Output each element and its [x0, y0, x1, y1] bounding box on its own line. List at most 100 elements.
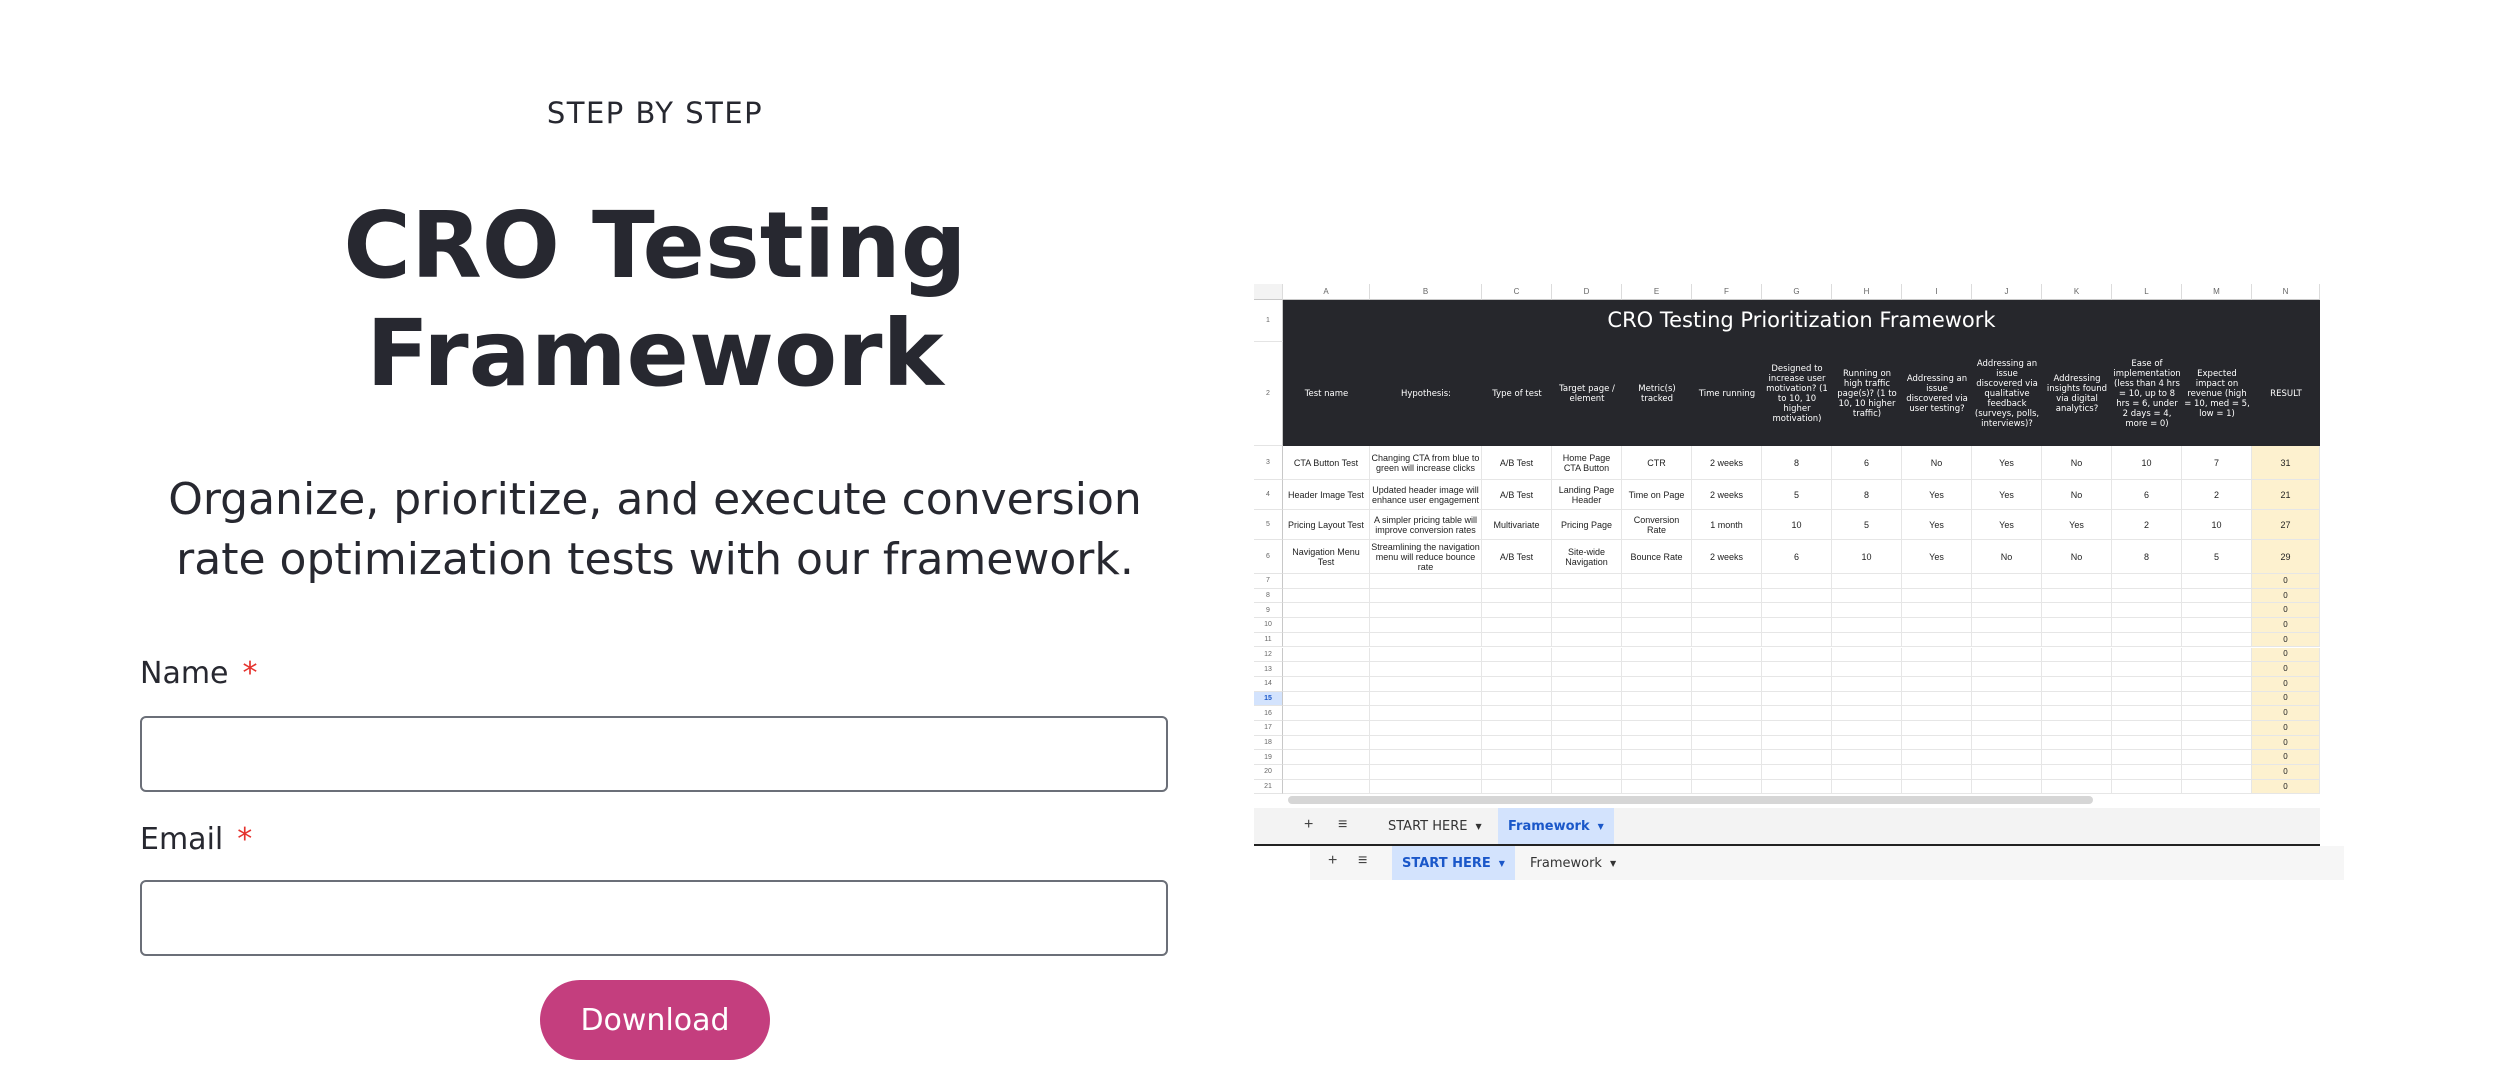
table-cell: 6 — [2112, 480, 2182, 510]
empty-cell — [1283, 721, 1370, 736]
table-cell: 2 weeks — [1692, 480, 1762, 510]
empty-cell — [2042, 676, 2112, 692]
empty-cell — [1692, 603, 1762, 619]
empty-cell — [1902, 574, 1972, 589]
column-heading: Target page / element — [1559, 384, 1615, 404]
empty-cell — [1902, 662, 1972, 677]
row-number: 20 — [1254, 765, 1283, 780]
empty-cell — [2042, 647, 2112, 663]
name-label: Name * — [140, 656, 258, 691]
row-number: 19 — [1254, 750, 1283, 766]
table-cell: A/B Test — [1482, 480, 1552, 510]
empty-cell — [1902, 647, 1972, 663]
row-number: 18 — [1254, 735, 1283, 751]
empty-cell — [2042, 662, 2112, 677]
column-heading: Addressing an issue discovered via user … — [1906, 374, 1968, 414]
empty-cell — [1692, 765, 1762, 780]
empty-cell — [2182, 588, 2252, 604]
sheet-tab-start-here: START HERE ▼ — [1392, 846, 1515, 880]
empty-cell — [1902, 721, 1972, 736]
table-cell: 10 — [2112, 446, 2182, 480]
empty-cell — [1622, 750, 1692, 766]
empty-cell — [1902, 603, 1972, 619]
column-header: J — [1972, 284, 2042, 300]
table-cell: 2 — [2182, 480, 2252, 510]
table-cell: 2 — [2112, 510, 2182, 540]
empty-cell — [1972, 647, 2042, 663]
empty-cell — [1482, 603, 1552, 619]
column-heading: RESULT — [2270, 389, 2302, 399]
empty-cell — [1832, 632, 1902, 648]
empty-cell — [1482, 676, 1552, 692]
empty-cell — [1552, 735, 1622, 751]
empty-cell — [2112, 735, 2182, 751]
empty-cell — [2112, 765, 2182, 780]
empty-cell — [1283, 676, 1370, 692]
name-input[interactable] — [140, 716, 1168, 792]
spreadsheet-title: CRO Testing Prioritization Framework — [1607, 308, 1996, 332]
caret-down-icon: ▼ — [1609, 858, 1617, 868]
empty-cell — [1283, 735, 1370, 751]
result-cell: 0 — [2252, 779, 2320, 795]
empty-cell — [2042, 706, 2112, 721]
empty-cell — [1692, 574, 1762, 589]
empty-cell — [1762, 735, 1832, 751]
empty-cell — [1832, 691, 1902, 707]
empty-cell — [1370, 676, 1482, 692]
empty-cell — [1283, 574, 1370, 589]
empty-cell — [1692, 721, 1762, 736]
empty-cell — [1552, 603, 1622, 619]
table-cell: 2 weeks — [1692, 540, 1762, 574]
empty-cell — [2182, 632, 2252, 648]
tab-label: START HERE — [1388, 818, 1468, 834]
empty-cell — [1692, 662, 1762, 677]
empty-cell — [1283, 662, 1370, 677]
result-cell: 0 — [2252, 676, 2320, 692]
table-cell: No — [2042, 540, 2112, 574]
result-cell: 0 — [2252, 721, 2320, 736]
empty-cell — [1370, 662, 1482, 677]
empty-cell — [1370, 632, 1482, 648]
empty-cell — [1622, 632, 1692, 648]
sheet-tabbar-back: + ≡ START HERE ▼ Framework ▼ — [1310, 846, 2344, 880]
empty-cell — [1692, 691, 1762, 707]
empty-cell — [1832, 676, 1902, 692]
table-cell: Yes — [2042, 510, 2112, 540]
empty-cell — [2112, 632, 2182, 648]
all-sheets-icon: ≡ — [1358, 852, 1368, 869]
result-cell: 0 — [2252, 588, 2320, 604]
table-cell: Pricing Page — [1552, 510, 1622, 540]
horizontal-scrollbar — [1288, 796, 2093, 804]
table-cell: Streamlining the navigation menu will re… — [1370, 540, 1482, 574]
empty-cell — [1832, 735, 1902, 751]
empty-cell — [1832, 647, 1902, 663]
empty-cell — [2042, 750, 2112, 766]
table-cell: CTA Button Test — [1283, 446, 1370, 480]
email-input[interactable] — [140, 880, 1168, 956]
empty-cell — [2112, 618, 2182, 633]
row-number: 2 — [1254, 342, 1283, 446]
empty-cell — [1762, 662, 1832, 677]
row-number: 3 — [1254, 446, 1283, 480]
empty-cell — [1902, 618, 1972, 633]
empty-cell — [1762, 706, 1832, 721]
empty-cell — [1622, 588, 1692, 604]
empty-cell — [1482, 618, 1552, 633]
empty-cell — [1370, 588, 1482, 604]
empty-cell — [1482, 574, 1552, 589]
empty-cell — [1902, 706, 1972, 721]
empty-cell — [2042, 588, 2112, 604]
download-button[interactable]: Download — [540, 980, 770, 1060]
subtitle-line-2: rate optimization tests with our framewo… — [176, 534, 1134, 585]
tab-label: Framework — [1530, 855, 1602, 871]
table-cell: A/B Test — [1482, 446, 1552, 480]
column-heading: Metric(s) tracked — [1638, 384, 1676, 404]
empty-cell — [1622, 618, 1692, 633]
empty-cell — [1552, 765, 1622, 780]
empty-cell — [1283, 632, 1370, 648]
column-heading: Type of test — [1492, 389, 1542, 399]
result-cell: 0 — [2252, 706, 2320, 721]
empty-cell — [1902, 691, 1972, 707]
table-cell: 8 — [2112, 540, 2182, 574]
required-asterisk: * — [237, 822, 253, 857]
